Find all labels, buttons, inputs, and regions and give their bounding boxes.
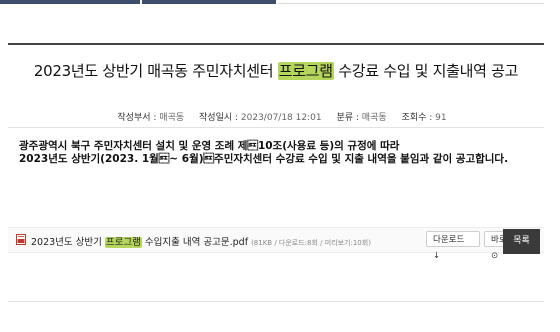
views-value: 91 <box>435 113 447 123</box>
author-value: 매곡동 <box>159 113 185 123</box>
attachment-name-before: 2023년도 상반기 <box>31 237 105 248</box>
attachment-info: (81KB / 다운로드:8회 / 미리보기:10회) <box>251 239 371 247</box>
tab-2[interactable] <box>142 0 276 4</box>
title-text-after: 수강료 수입 및 지출내역 공고 <box>333 62 519 80</box>
post-meta: 작성부서 : 매곡동 작성일시 : 2023/07/18 12:01 분류 : … <box>8 110 544 123</box>
category-label: 분류 : <box>336 113 359 123</box>
download-button[interactable]: 다운로드 ↓ <box>426 231 480 261</box>
category-value: 매곡동 <box>361 113 387 123</box>
list-button[interactable]: 목록 <box>503 229 540 254</box>
tab-divider <box>278 3 544 4</box>
attachment-name-highlight: 프로그램 <box>104 237 142 248</box>
post-body: 광주광역시 북구 주민자치센터 설치 및 운영 조례 제10조(사용료 등)의… <box>8 128 544 220</box>
attachment-link[interactable]: 2023년도 상반기 프로그램 수입지출 내역 공고문.pdf (81KB / … <box>31 234 371 248</box>
attachment-row: 2023년도 상반기 프로그램 수입지출 내역 공고문.pdf (81KB / … <box>8 227 544 261</box>
views-label: 조회수 : <box>401 113 433 123</box>
pdf-file-icon <box>16 234 26 245</box>
date-label: 작성일시 : <box>199 113 239 123</box>
attachment-name-after: 수입지출 내역 공고문.pdf <box>141 237 249 248</box>
page-title: 2023년도 상반기 매곡동 주민자치센터 프로그램 수강료 수입 및 지출내역… <box>8 60 544 81</box>
title-text-before: 2023년도 상반기 매곡동 주민자치센터 <box>33 62 278 80</box>
title-highlight: 프로그램 <box>277 62 334 80</box>
body-line-2: 2023년도 상반기(2023. 1월~ 6월)주민자치센터 수강료 수입 … <box>19 153 509 165</box>
post-board: 2023년도 상반기 매곡동 주민자치센터 프로그램 수강료 수입 및 지출내역… <box>8 43 544 261</box>
tab-1[interactable] <box>0 0 140 4</box>
bottom-divider <box>8 301 544 302</box>
date-value: 2023/07/18 12:01 <box>240 113 322 123</box>
body-line-1: 광주광역시 북구 주민자치센터 설치 및 운영 조례 제10조(사용료 등)의… <box>19 140 400 152</box>
author-label: 작성부서 : <box>117 113 157 123</box>
post-header: 2023년도 상반기 매곡동 주민자치센터 프로그램 수강료 수입 및 지출내역… <box>8 43 544 128</box>
top-tabs <box>0 0 560 6</box>
